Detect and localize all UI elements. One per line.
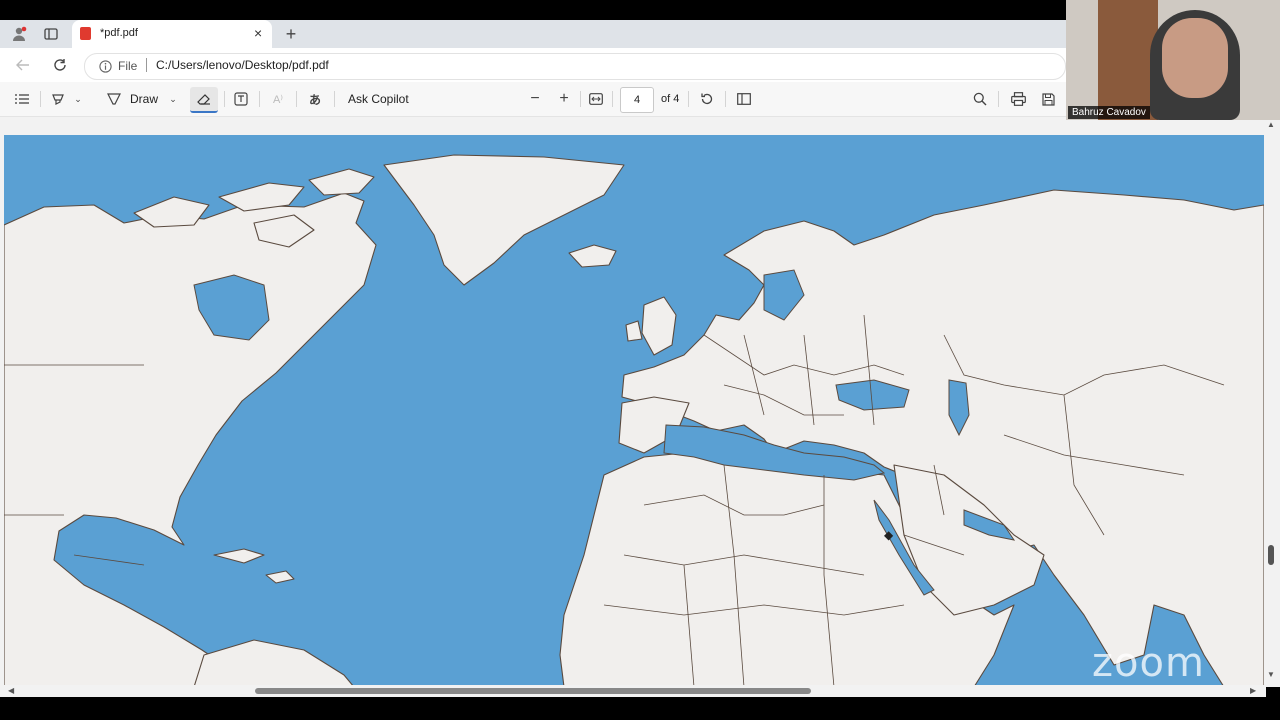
address-text[interactable]: C:/Users/lenovo/Desktop/pdf.pdf: [156, 58, 329, 72]
toolbar-divider: [998, 91, 999, 107]
new-tab-button[interactable]: +: [280, 24, 302, 44]
fit-page-icon[interactable]: [586, 90, 606, 108]
highlight-icon[interactable]: [48, 90, 68, 108]
save-icon[interactable]: [1038, 90, 1058, 108]
vertical-scrollbar[interactable]: [1266, 117, 1280, 687]
address-scheme-label: File: [118, 59, 138, 73]
refresh-icon[interactable]: [49, 55, 71, 75]
tab-actions-icon[interactable]: [40, 24, 62, 44]
print-icon[interactable]: [1008, 90, 1028, 108]
search-icon[interactable]: [970, 90, 990, 108]
horizontal-scroll-thumb[interactable]: [255, 688, 811, 694]
scroll-left-icon[interactable]: ◀: [8, 686, 14, 695]
vertical-scroll-thumb[interactable]: [1268, 545, 1274, 565]
read-aloud-icon[interactable]: A⁾: [268, 90, 288, 108]
profile-icon[interactable]: [8, 24, 30, 44]
text-box-icon[interactable]: [231, 90, 251, 108]
world-map-svg: [4, 154, 1264, 687]
toolbar-divider: [259, 91, 260, 107]
toolbar-divider: [40, 91, 41, 107]
toolbar-divider: [580, 91, 581, 107]
chevron-down-icon[interactable]: ⌄: [72, 92, 84, 106]
door-image: [1098, 0, 1158, 120]
toolbar-divider: [296, 91, 297, 107]
participant-name-label: Bahruz Cavadov: [1068, 106, 1150, 119]
back-arrow-icon[interactable]: [12, 55, 34, 75]
page-view-icon[interactable]: [734, 90, 754, 108]
world-map-image: [4, 135, 1264, 687]
scroll-down-icon[interactable]: ▼: [1267, 670, 1275, 679]
toolbar-divider: [688, 91, 689, 107]
face-image: [1162, 18, 1228, 98]
tab-title: *pdf.pdf: [100, 27, 138, 39]
eraser-cursor-icon: ◆: [884, 528, 894, 542]
zoom-out-icon[interactable]: −: [526, 90, 544, 108]
tab-pdf[interactable]: *pdf.pdf ×: [72, 20, 272, 48]
scroll-right-icon[interactable]: ▶: [1250, 686, 1256, 695]
rotate-icon[interactable]: [697, 90, 717, 108]
contents-list-icon[interactable]: [12, 90, 32, 108]
page-count-label: of 4: [661, 93, 680, 105]
pdf-file-icon: [80, 27, 91, 40]
ask-copilot-button[interactable]: Ask Copilot: [348, 92, 409, 106]
scroll-up-icon[interactable]: ▲: [1267, 120, 1275, 129]
zoom-in-icon[interactable]: +: [555, 90, 573, 108]
toolbar-divider: [224, 91, 225, 107]
draw-label[interactable]: Draw: [130, 92, 158, 106]
toolbar-divider: [334, 91, 335, 107]
draw-pen-icon[interactable]: [104, 90, 124, 108]
tab-close-button[interactable]: ×: [254, 25, 262, 41]
toolbar-divider: [612, 91, 613, 107]
page-number-input[interactable]: 4: [620, 87, 654, 113]
zoom-watermark: zoom: [1092, 640, 1205, 686]
eraser-icon[interactable]: [190, 87, 218, 113]
address-separator: [146, 58, 147, 72]
participant-video: [1066, 0, 1280, 120]
chevron-down-icon[interactable]: ⌄: [167, 92, 179, 106]
toolbar-divider: [725, 91, 726, 107]
info-icon[interactable]: [97, 58, 113, 74]
translate-icon[interactable]: あ: [305, 90, 325, 108]
